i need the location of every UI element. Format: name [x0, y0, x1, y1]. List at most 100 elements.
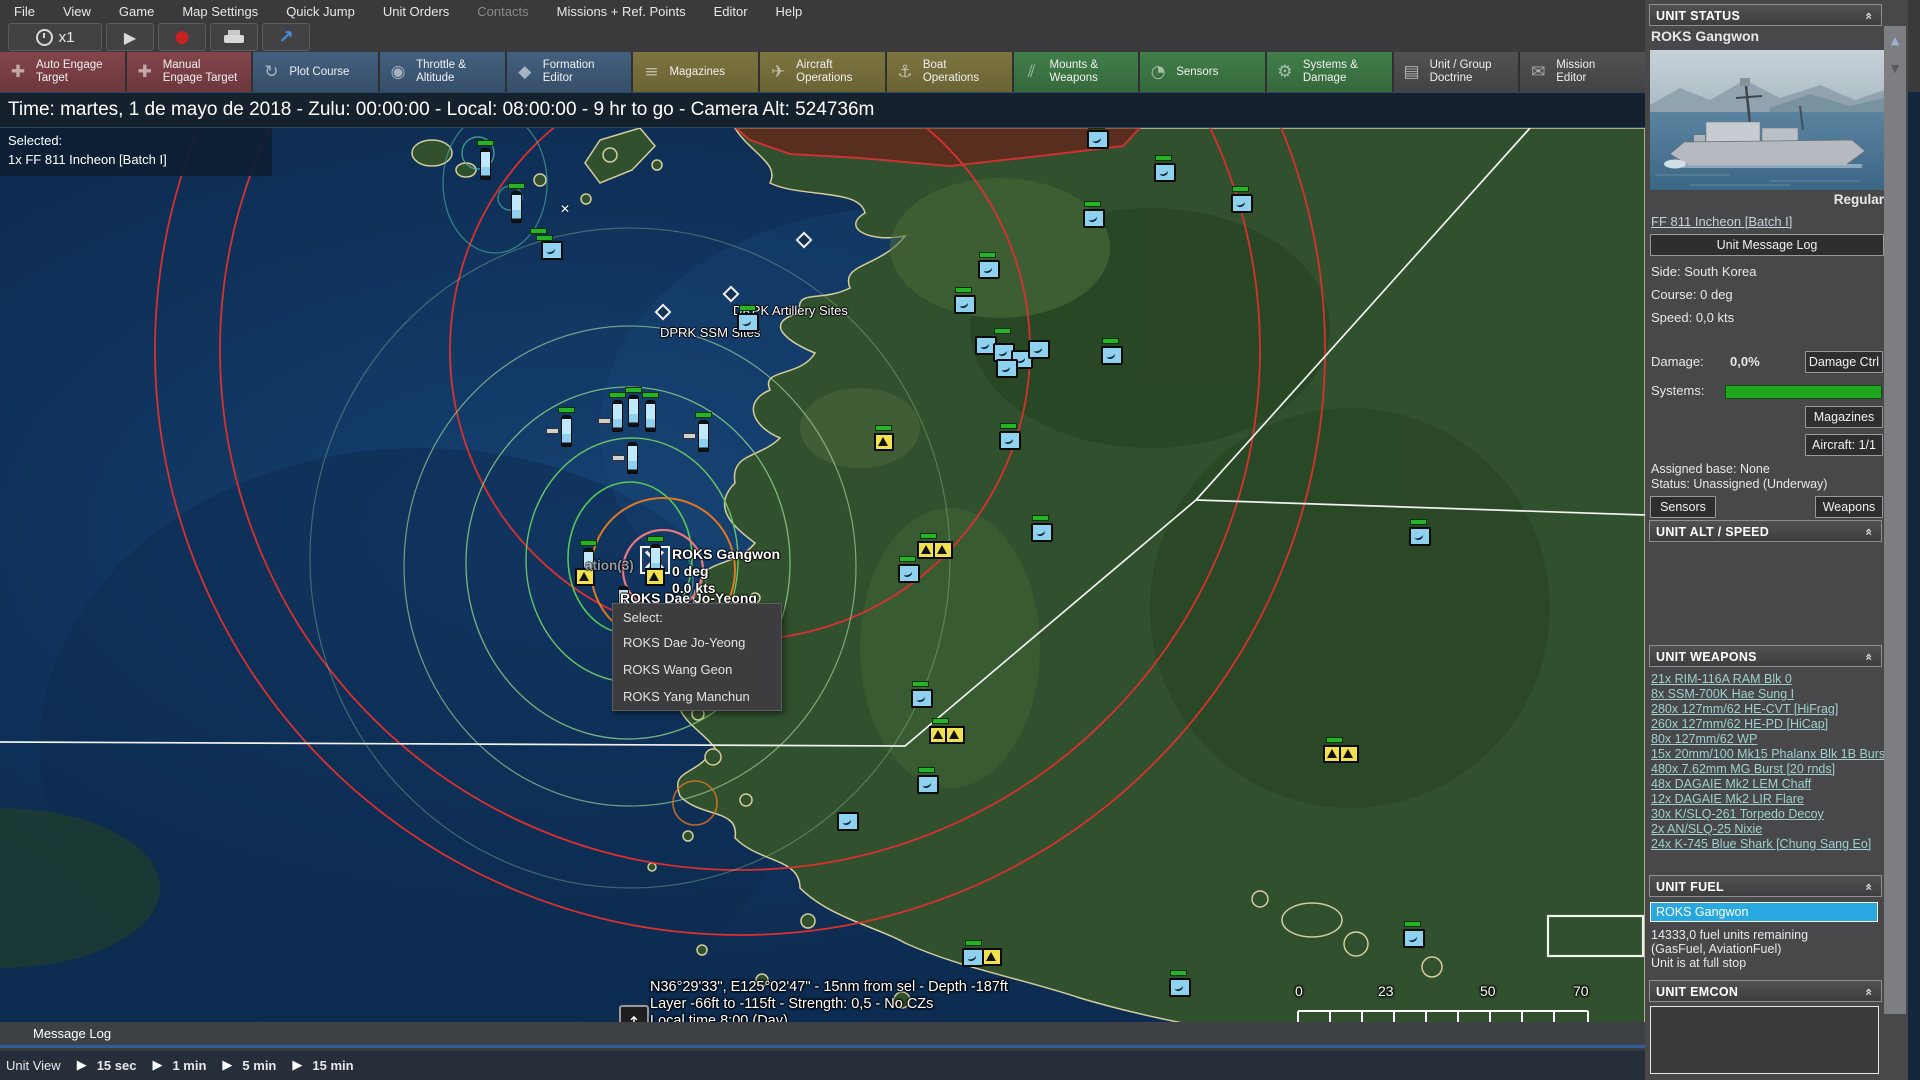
menu-map-settings[interactable]: Map Settings: [168, 4, 272, 19]
sensors-sidebar-button[interactable]: Sensors: [1650, 496, 1716, 518]
weapon-link[interactable]: 2x AN/SLQ-25 Nixie: [1651, 822, 1762, 836]
facility-icon[interactable]: [917, 775, 939, 794]
harbor-facility-icon[interactable]: [541, 241, 563, 260]
weapon-link[interactable]: 15x 20mm/100 Mk15 Phalanx Blk 1B Burst [: [1651, 747, 1896, 761]
systems-damage-button[interactable]: ⚙ Systems & Damage: [1266, 52, 1392, 92]
surface-group-symbol[interactable]: [945, 726, 965, 744]
print-button[interactable]: [210, 23, 258, 51]
speed-5min-button[interactable]: 5 min: [242, 1058, 276, 1073]
facility-icon[interactable]: [1231, 194, 1253, 213]
surface-group-symbol[interactable]: [874, 433, 894, 451]
menu-help[interactable]: Help: [762, 4, 817, 19]
facility-icon[interactable]: [898, 564, 920, 583]
step-play-icon[interactable]: ▶: [152, 1058, 162, 1073]
step-play-icon[interactable]: ▶: [292, 1058, 302, 1073]
facility-icon[interactable]: [996, 359, 1018, 378]
facility-icon[interactable]: [1154, 163, 1176, 182]
friendly-ship-icon[interactable]: [628, 395, 639, 427]
time-compression-button[interactable]: x1: [8, 23, 102, 51]
unit-view-label[interactable]: Unit View: [6, 1058, 61, 1073]
facility-icon[interactable]: [1101, 346, 1123, 365]
mounts-weapons-button[interactable]: ⫽ Mounts & Weapons: [1013, 52, 1139, 92]
magazines-sidebar-button[interactable]: Magazines: [1805, 406, 1883, 428]
step-play-icon[interactable]: ▶: [222, 1058, 232, 1073]
section-header-weapons[interactable]: UNIT WEAPONS «: [1649, 645, 1882, 667]
facility-icon[interactable]: [911, 689, 933, 708]
weapon-link[interactable]: 8x SSM-700K Hae Sung I: [1651, 687, 1794, 701]
emcon-listbox[interactable]: [1650, 1006, 1879, 1074]
weapon-link[interactable]: 48x DAGAIE Mk2 LEM Chaff: [1651, 777, 1811, 791]
section-header-unit-status[interactable]: UNIT STATUS «: [1649, 4, 1882, 26]
aircraft-operations-button[interactable]: ✈ Aircraft Operations: [760, 52, 885, 92]
menu-quick-jump[interactable]: Quick Jump: [272, 4, 369, 19]
friendly-ship-icon[interactable]: [612, 400, 623, 432]
fuel-unit-list-item[interactable]: ROKS Gangwon: [1650, 902, 1878, 922]
share-button[interactable]: ↗: [262, 23, 310, 51]
context-menu-item-yang-manchun[interactable]: ROKS Yang Manchun: [613, 683, 781, 710]
facility-icon[interactable]: [999, 431, 1021, 450]
scroll-down-icon[interactable]: ▼: [1884, 56, 1906, 82]
friendly-ship-icon[interactable]: [480, 148, 491, 180]
auto-engage-target-button[interactable]: ✚ Auto Engage Target: [0, 52, 125, 92]
menu-missions-refpoints[interactable]: Missions + Ref. Points: [543, 4, 700, 19]
expand-message-log-button[interactable]: ↑: [619, 1005, 649, 1022]
facility-icon[interactable]: [1403, 929, 1425, 948]
surface-group-symbol[interactable]: [982, 948, 1002, 966]
record-button[interactable]: ●: [158, 23, 206, 51]
weapon-link[interactable]: 480x 7.62mm MG Burst [20 rnds]: [1651, 762, 1835, 776]
weapon-link[interactable]: 21x RIM-116A RAM Blk 0: [1651, 672, 1792, 686]
sidebar-scrollbar[interactable]: ▲ ▼: [1884, 26, 1906, 1014]
manual-engage-target-button[interactable]: ✚ Manual Engage Target: [126, 52, 252, 92]
facility-icon[interactable]: [1409, 527, 1431, 546]
facility-icon[interactable]: [1087, 130, 1109, 149]
aircraft-sidebar-button[interactable]: Aircraft: 1/1: [1805, 434, 1883, 456]
facility-icon[interactable]: [1169, 978, 1191, 997]
formation-editor-button[interactable]: ◆ Formation Editor: [506, 52, 632, 92]
facility-icon[interactable]: [1031, 523, 1053, 542]
section-header-emcon[interactable]: UNIT EMCON «: [1649, 980, 1882, 1002]
menu-editor[interactable]: Editor: [700, 4, 762, 19]
dprk-ssm-site-icon[interactable]: [737, 313, 759, 332]
weapon-link[interactable]: 260x 127mm/62 HE-PD [HiCap]: [1651, 717, 1828, 731]
facility-icon[interactable]: [1083, 209, 1105, 228]
boat-operations-button[interactable]: ⚓ Boat Operations: [886, 52, 1012, 92]
facility-icon[interactable]: [978, 260, 1000, 279]
collapse-chevron-icon[interactable]: «: [1858, 883, 1880, 891]
collapse-chevron-icon[interactable]: «: [1858, 988, 1880, 996]
map-viewport[interactable]: Selected: 1x FF 811 Incheon [Batch I] ✕: [0, 128, 1645, 1022]
damage-ctrl-button[interactable]: Damage Ctrl: [1805, 351, 1883, 373]
menu-unit-orders[interactable]: Unit Orders: [369, 4, 463, 19]
facility-icon[interactable]: [962, 948, 984, 967]
friendly-ship-icon[interactable]: [627, 442, 638, 474]
weapon-link[interactable]: 280x 127mm/62 HE-CVT [HiFrag]: [1651, 702, 1838, 716]
surface-group-symbol[interactable]: [1339, 745, 1359, 763]
section-header-alt-speed[interactable]: UNIT ALT / SPEED «: [1649, 520, 1882, 542]
menu-file[interactable]: File: [0, 4, 49, 19]
sensors-button[interactable]: ◔ Sensors: [1140, 52, 1265, 92]
speed-15min-button[interactable]: 15 min: [312, 1058, 353, 1073]
facility-icon[interactable]: [954, 295, 976, 314]
friendly-ship-icon[interactable]: [698, 420, 709, 452]
step-play-icon[interactable]: ▶: [77, 1058, 87, 1073]
speed-15sec-button[interactable]: 15 sec: [97, 1058, 137, 1073]
surface-group-symbol[interactable]: [933, 541, 953, 559]
facility-icon[interactable]: [837, 812, 859, 831]
unit-class-link[interactable]: FF 811 Incheon [Batch I]: [1651, 214, 1792, 229]
collapse-chevron-icon[interactable]: «: [1858, 12, 1880, 20]
speed-1min-button[interactable]: 1 min: [172, 1058, 206, 1073]
weapon-link[interactable]: 12x DAGAIE Mk2 LIR Flare: [1651, 792, 1804, 806]
plot-course-button[interactable]: ↻ Plot Course: [253, 52, 379, 92]
menu-view[interactable]: View: [49, 4, 105, 19]
surface-group-symbol[interactable]: [645, 568, 665, 586]
unit-message-log-button[interactable]: Unit Message Log: [1650, 234, 1884, 256]
scroll-up-icon[interactable]: ▲: [1884, 28, 1906, 54]
collapse-chevron-icon[interactable]: «: [1858, 528, 1880, 536]
context-menu-item-dae-jo-yeong[interactable]: ROKS Dae Jo-Yeong: [613, 629, 781, 656]
weapon-link[interactable]: 80x 127mm/62 WP: [1651, 732, 1757, 746]
context-menu-item-wang-geon[interactable]: ROKS Wang Geon: [613, 656, 781, 683]
play-button[interactable]: ▶: [106, 23, 154, 51]
mission-editor-button[interactable]: ✉ Mission Editor: [1520, 52, 1645, 92]
facility-icon[interactable]: [1028, 340, 1050, 359]
magazines-button[interactable]: ≡ Magazines: [633, 52, 759, 92]
collapse-chevron-icon[interactable]: «: [1858, 653, 1880, 661]
